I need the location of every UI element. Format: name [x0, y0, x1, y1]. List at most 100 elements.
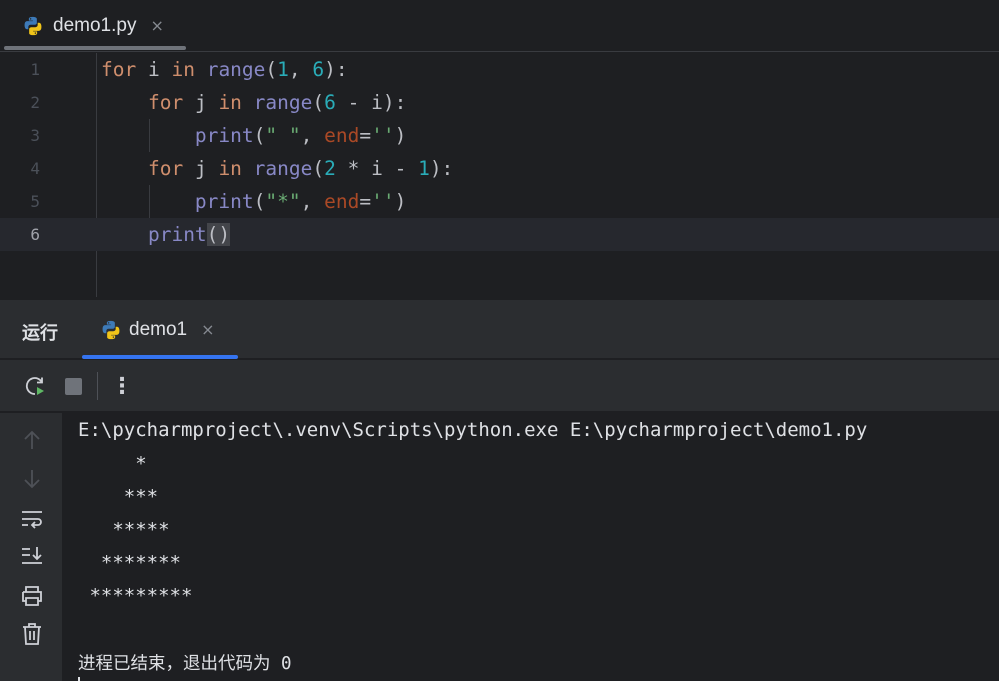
- code-token: (: [253, 190, 266, 213]
- code-token: range: [206, 58, 266, 81]
- more-vertical-icon: ⋮: [111, 373, 133, 399]
- code-token: =: [359, 124, 372, 147]
- print-icon: [22, 586, 42, 606]
- code-token: ,: [300, 124, 325, 147]
- print-button[interactable]: [17, 581, 47, 611]
- code-token: " ": [265, 124, 301, 147]
- console-output-line: *********: [78, 585, 193, 607]
- console-command-line: E:\pycharmproject\.venv\Scripts\python.e…: [78, 419, 868, 441]
- console-side-toolbar: [0, 413, 62, 681]
- scroll-up-button[interactable]: [17, 425, 47, 455]
- stop-icon: [64, 377, 82, 395]
- code-text: print(" ", end=''): [101, 124, 406, 147]
- code-token: 1: [277, 58, 289, 81]
- line-number: 3: [30, 126, 40, 145]
- code-token: end: [324, 124, 360, 147]
- console-output-line: *******: [78, 552, 181, 574]
- console-output-line: ***: [78, 486, 159, 508]
- arrow-up-icon: [24, 430, 40, 449]
- code-token: i: [136, 58, 172, 81]
- editor-tab-bar: demo1.py ×: [0, 0, 999, 52]
- python-file-icon: [24, 16, 42, 36]
- text-cursor: [78, 677, 80, 681]
- stop-button[interactable]: [59, 372, 87, 400]
- code-token: '': [371, 124, 395, 147]
- code-token: print: [194, 190, 254, 213]
- code-token: ):: [429, 157, 454, 180]
- run-tab-demo1[interactable]: demo1 ×: [82, 300, 238, 360]
- rerun-button[interactable]: [21, 372, 49, 400]
- code-token: j: [183, 91, 219, 114]
- code-token: (: [265, 58, 278, 81]
- code-token: '': [371, 190, 395, 213]
- code-line[interactable]: 2 for j in range(6 - i):: [0, 86, 999, 119]
- code-line[interactable]: 4 for j in range(2 * i - 1):: [0, 152, 999, 185]
- code-token: ): [394, 190, 407, 213]
- code-token: (: [253, 124, 266, 147]
- indent-guide: [149, 119, 150, 152]
- editor-tab-demo1[interactable]: demo1.py ×: [4, 0, 186, 52]
- process-exit-message: 进程已结束，退出代码为 0: [78, 654, 292, 674]
- line-number: 2: [30, 93, 40, 112]
- toolbar-divider: [97, 372, 98, 400]
- line-number: 6: [30, 225, 40, 244]
- close-icon[interactable]: ×: [201, 322, 214, 338]
- run-panel-title: 运行: [22, 323, 58, 344]
- code-token: ): [394, 124, 407, 147]
- code-token: in: [218, 91, 242, 114]
- code-token: for: [147, 91, 184, 114]
- code-token: range: [253, 157, 313, 180]
- active-tab-indicator: [4, 46, 186, 50]
- line-number: 4: [30, 159, 40, 178]
- scroll-to-end-button[interactable]: [17, 541, 47, 571]
- run-tab-label: demo1: [129, 319, 188, 340]
- run-toolbar: ⋮: [0, 360, 999, 412]
- console-output-line: *****: [78, 519, 170, 541]
- code-line[interactable]: 6 print(): [0, 218, 999, 251]
- console-output[interactable]: E:\pycharmproject\.venv\Scripts\python.e…: [62, 413, 999, 681]
- soft-wrap-button[interactable]: [17, 504, 47, 534]
- clear-console-button[interactable]: [17, 619, 47, 649]
- rerun-icon: [25, 377, 44, 395]
- code-token: 1: [418, 157, 430, 180]
- soft-wrap-icon: [22, 511, 42, 529]
- code-token: "*": [265, 190, 301, 213]
- code-token: =: [359, 190, 372, 213]
- code-token: j: [183, 157, 219, 180]
- code-token: in: [218, 157, 242, 180]
- scroll-down-button[interactable]: [17, 464, 47, 494]
- code-text: for i in range(1, 6):: [101, 58, 348, 81]
- line-number: 1: [30, 60, 40, 79]
- code-token: 6: [312, 58, 325, 81]
- code-token: - i):: [335, 91, 407, 114]
- more-options-button[interactable]: ⋮: [108, 372, 136, 400]
- run-panel-header: 运行 demo1 ×: [0, 299, 999, 359]
- console-output-line: *: [78, 453, 147, 475]
- active-run-tab-indicator: [82, 355, 238, 359]
- close-icon[interactable]: ×: [150, 18, 163, 34]
- code-token: for: [147, 157, 184, 180]
- code-token: end: [324, 190, 360, 213]
- code-text: print("*", end=''): [101, 190, 406, 213]
- code-token: 6: [324, 91, 336, 114]
- scroll-to-end-icon: [22, 547, 42, 564]
- arrow-down-icon: [24, 470, 40, 489]
- code-text: print(): [101, 223, 231, 246]
- code-token: for: [101, 58, 137, 81]
- code-token: range: [253, 91, 313, 114]
- code-token: print: [147, 223, 207, 246]
- code-editor[interactable]: 1 for i in range(1, 6): 2 for j in range(6…: [0, 53, 999, 299]
- code-token: (: [312, 157, 325, 180]
- code-token: ,: [288, 58, 313, 81]
- code-line[interactable]: 1 for i in range(1, 6):: [0, 53, 999, 86]
- code-token: ,: [300, 190, 325, 213]
- code-token: print: [194, 124, 254, 147]
- indent-guide: [149, 185, 150, 218]
- code-text: for j in range(2 * i - 1):: [101, 157, 453, 180]
